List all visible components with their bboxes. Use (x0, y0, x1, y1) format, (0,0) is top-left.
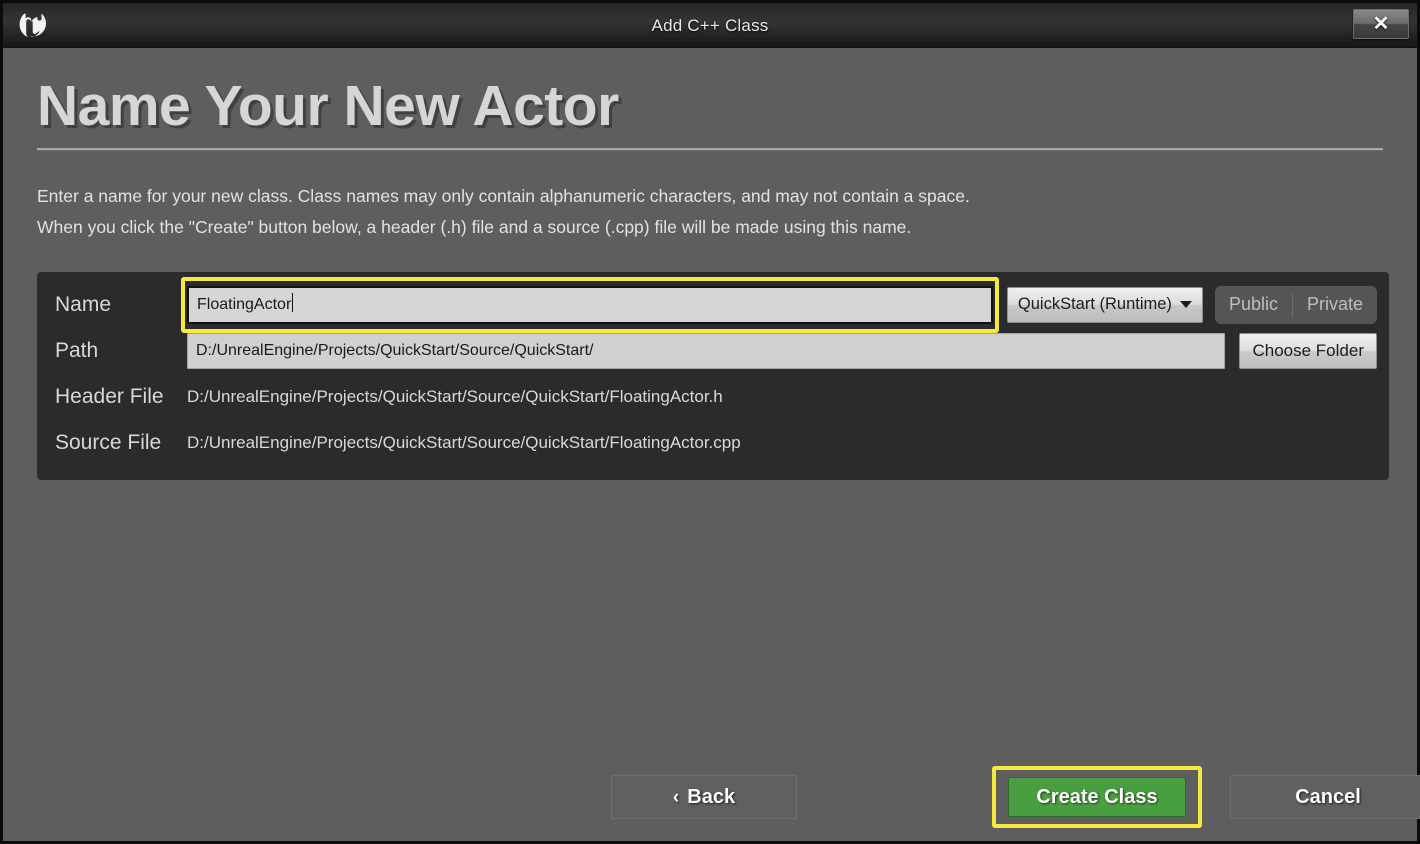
class-settings-panel: Name FloatingActor QuickStart (Runtime) … (37, 271, 1389, 480)
header-file-label: Header File (55, 384, 164, 408)
module-select-value: QuickStart (Runtime) (1017, 295, 1172, 314)
create-class-wrapper: Create Class (992, 766, 1202, 828)
window-titlebar: Add C++ Class ✕ (3, 3, 1417, 48)
module-select[interactable]: QuickStart (Runtime) (1006, 286, 1203, 323)
close-window-button[interactable]: ✕ (1353, 9, 1409, 39)
window-title: Add C++ Class (651, 16, 769, 35)
name-input-wrapper: FloatingActor (181, 276, 999, 333)
description-line-2: When you click the "Create" button below… (37, 216, 912, 237)
description-text: Enter a name for your new class. Class n… (37, 181, 1383, 241)
header-file-value: D:/UnrealEngine/Projects/QuickStart/Sour… (187, 386, 723, 406)
name-label: Name (55, 292, 112, 316)
chevron-down-icon (1179, 301, 1192, 309)
choose-folder-button[interactable]: Choose Folder (1239, 332, 1377, 369)
path-row: Path D:/UnrealEngine/Projects/QuickStart… (37, 330, 1389, 372)
page-title: Name Your New Actor (37, 74, 619, 138)
source-file-value: D:/UnrealEngine/Projects/QuickStart/Sour… (187, 432, 741, 452)
visibility-private-option[interactable]: Private (1293, 286, 1377, 324)
chevron-left-icon: ‹ (672, 786, 680, 808)
class-name-input[interactable]: FloatingActor (187, 285, 993, 324)
path-input[interactable]: D:/UnrealEngine/Projects/QuickStart/Sour… (187, 332, 1226, 369)
class-name-value: FloatingActor (197, 295, 292, 313)
path-label: Path (55, 338, 99, 362)
header-file-row: Header File D:/UnrealEngine/Projects/Qui… (37, 376, 1389, 418)
close-icon: ✕ (1372, 13, 1390, 35)
name-row: Name FloatingActor QuickStart (Runtime) … (37, 276, 1389, 333)
cancel-button[interactable]: Cancel (1230, 775, 1420, 819)
dialog-footer: ‹ Back Create Class Cancel (37, 766, 1420, 828)
description-line-1: Enter a name for your new class. Class n… (37, 186, 970, 207)
dialog-body: Name Your New Actor Enter a name for you… (3, 48, 1420, 841)
source-file-label: Source File (55, 430, 162, 454)
source-file-row: Source File D:/UnrealEngine/Projects/Qui… (37, 422, 1389, 464)
create-class-button[interactable]: Create Class (1008, 777, 1186, 817)
back-button[interactable]: ‹ Back (611, 775, 797, 819)
visibility-toggle[interactable]: Public Private (1214, 285, 1377, 324)
title-divider (37, 148, 1383, 152)
add-cpp-class-dialog: Add C++ Class ✕ Name Your New Actor Ente… (0, 0, 1420, 844)
back-button-label: Back (687, 785, 736, 808)
visibility-public-option[interactable]: Public (1215, 286, 1292, 324)
text-caret (292, 292, 294, 312)
